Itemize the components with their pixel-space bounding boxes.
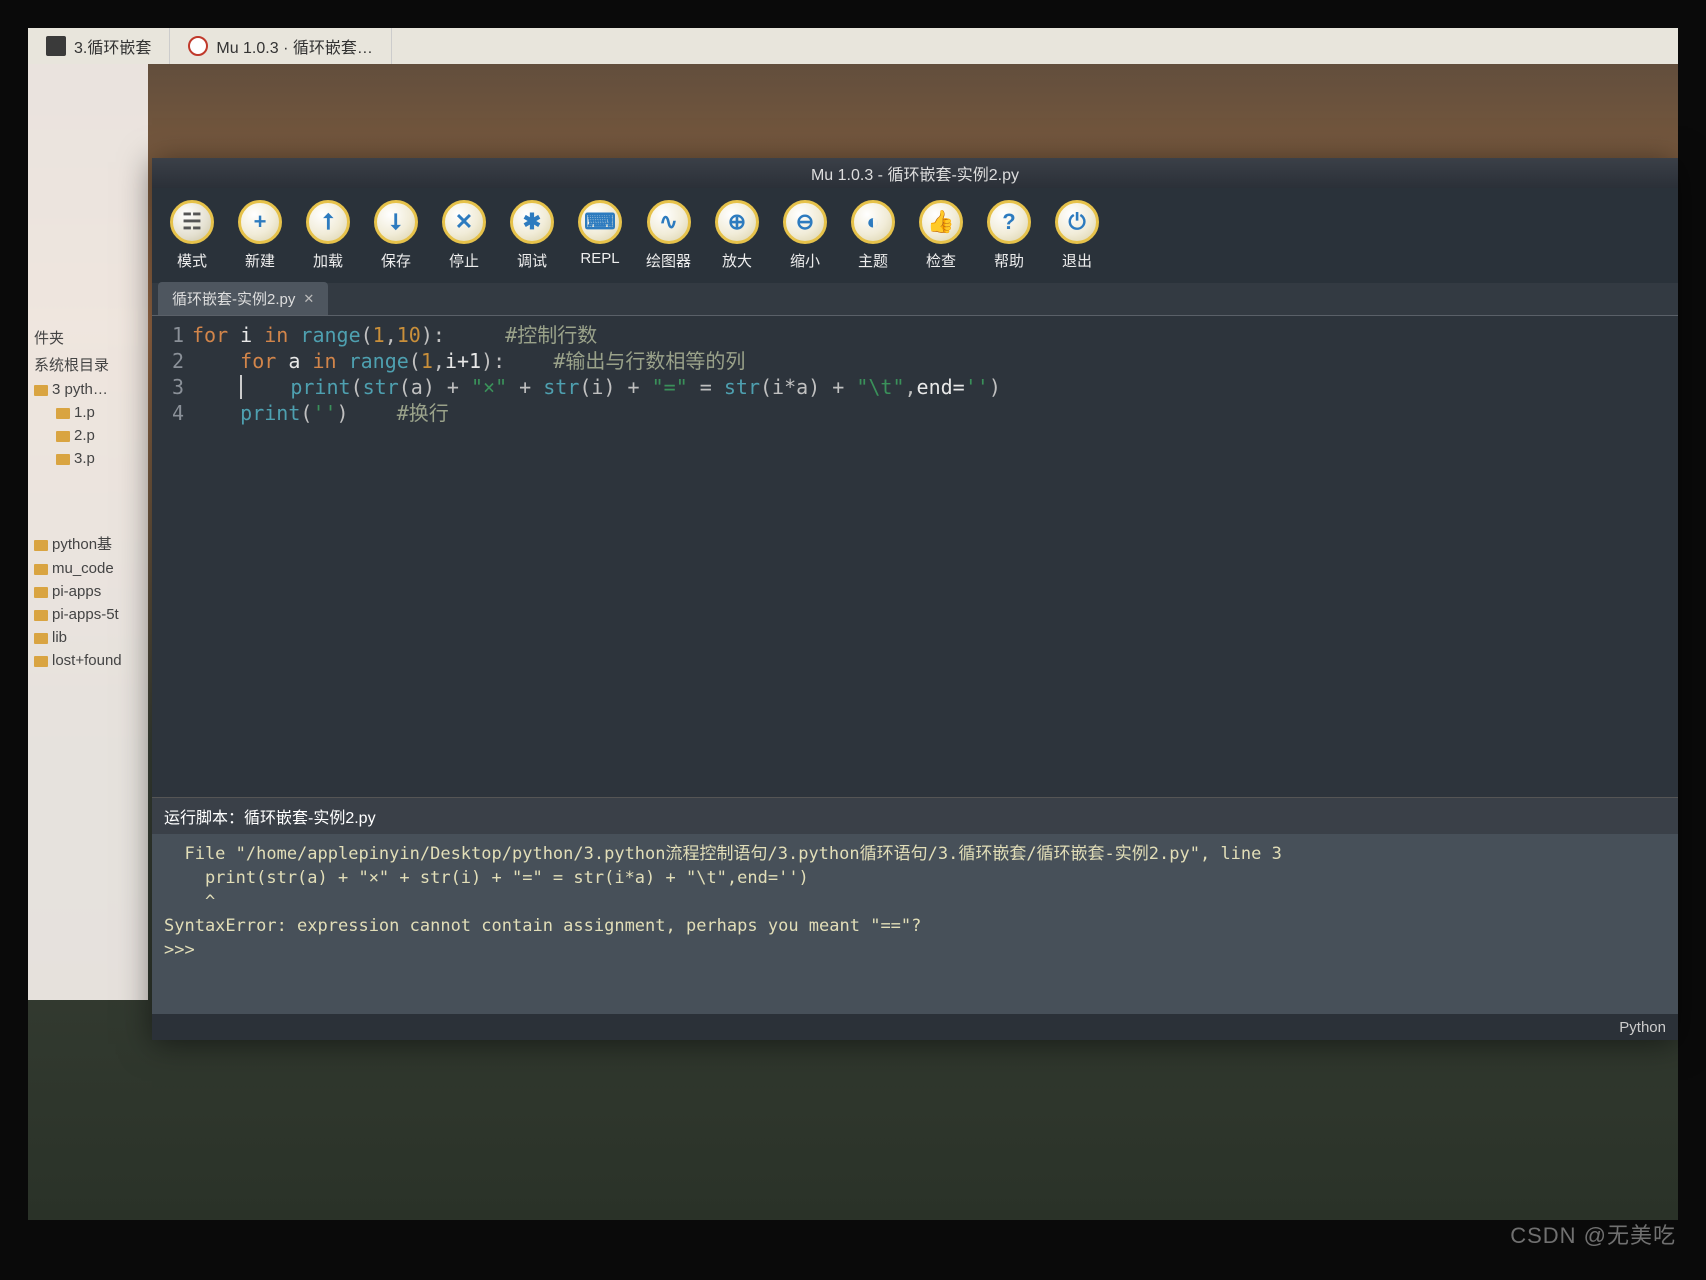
fp-label: 件夹 — [28, 324, 148, 351]
tab-file[interactable]: 循环嵌套-实例2.py ✕ — [158, 282, 328, 315]
keyboard-icon: ⌨ — [578, 200, 622, 244]
check-button[interactable]: 👍检查 — [919, 200, 963, 271]
fp-item[interactable]: 3 pyth… — [28, 378, 148, 401]
theme-icon: ◐ — [851, 200, 895, 244]
terminal-icon — [46, 36, 66, 56]
folder-icon — [56, 454, 70, 465]
upload-icon: ⭡ — [306, 200, 350, 244]
fp-item[interactable]: 1.p — [28, 401, 148, 424]
debug-button[interactable]: ✱调试 — [510, 200, 554, 271]
window-title: Mu 1.0.3 - 循环嵌套-实例2.py — [152, 158, 1678, 188]
fp-item[interactable]: lib — [28, 626, 148, 649]
file-manager-panel: 件夹 系统根目录 3 pyth… 1.p 2.p 3.p python基 mu_… — [28, 64, 148, 1000]
close-icon[interactable]: ✕ — [303, 291, 314, 307]
bug-icon: ✱ — [510, 200, 554, 244]
watermark: CSDN @无美吃 — [1510, 1218, 1676, 1250]
fp-item[interactable]: mu_code — [28, 557, 148, 580]
zoom-out-icon: ⊖ — [783, 200, 827, 244]
zoom-out-button[interactable]: ⊖缩小 — [783, 200, 827, 271]
thumb-icon: 👍 — [919, 200, 963, 244]
folder-icon — [56, 431, 70, 442]
output-header: 运行脚本：循环嵌套-实例2.py — [152, 797, 1678, 834]
taskbar-item[interactable]: Mu 1.0.3 · 循环嵌套… — [170, 28, 391, 64]
fp-item[interactable]: pi-apps-5t — [28, 603, 148, 626]
status-language: Python — [1619, 1019, 1666, 1036]
quit-button[interactable]: ⏻退出 — [1055, 200, 1099, 271]
power-icon: ⏻ — [1055, 200, 1099, 244]
code-area[interactable]: for i in range(1,10): #控制行数 for a in ran… — [192, 316, 1678, 797]
repl-button[interactable]: ⌨REPL — [578, 200, 622, 271]
fp-item[interactable]: 2.p — [28, 424, 148, 447]
output-panel[interactable]: File "/home/applepinyin/Desktop/python/3… — [152, 834, 1678, 1014]
stop-button[interactable]: ✕停止 — [442, 200, 486, 271]
mu-app-icon — [188, 36, 208, 56]
toolbar: ☵模式 +新建 ⭡加载 ⭣保存 ✕停止 ✱调试 ⌨REPL ∿绘图器 ⊕放大 ⊖… — [152, 188, 1678, 283]
help-button[interactable]: ?帮助 — [987, 200, 1031, 271]
tab-label: 循环嵌套-实例2.py — [172, 288, 295, 309]
folder-icon — [34, 540, 48, 551]
taskbar-item[interactable]: 3.循环嵌套 — [28, 28, 170, 64]
fp-item[interactable]: lost+found — [28, 649, 148, 672]
mode-icon: ☵ — [170, 200, 214, 244]
new-button[interactable]: +新建 — [238, 200, 282, 271]
wave-icon: ∿ — [647, 200, 691, 244]
folder-icon — [34, 633, 48, 644]
help-icon: ? — [987, 200, 1031, 244]
mode-button[interactable]: ☵模式 — [170, 200, 214, 271]
os-taskbar: 3.循环嵌套 Mu 1.0.3 · 循环嵌套… — [28, 28, 1678, 64]
taskbar-item-label: Mu 1.0.3 · 循环嵌套… — [216, 34, 372, 58]
folder-icon — [34, 564, 48, 575]
folder-icon — [34, 610, 48, 621]
status-bar: Python — [152, 1014, 1678, 1040]
folder-icon — [34, 587, 48, 598]
folder-icon — [34, 656, 48, 667]
plotter-button[interactable]: ∿绘图器 — [646, 200, 691, 271]
folder-icon — [56, 408, 70, 419]
save-button[interactable]: ⭣保存 — [374, 200, 418, 271]
theme-button[interactable]: ◐主题 — [851, 200, 895, 271]
tab-bar: 循环嵌套-实例2.py ✕ — [152, 283, 1678, 315]
fp-item[interactable]: python基 — [28, 530, 148, 557]
zoom-in-icon: ⊕ — [715, 200, 759, 244]
fp-label: 系统根目录 — [28, 351, 148, 378]
line-gutter: 1 2 3 4 — [152, 316, 192, 797]
fp-item[interactable]: 3.p — [28, 447, 148, 470]
plus-icon: + — [238, 200, 282, 244]
mu-editor-window: Mu 1.0.3 - 循环嵌套-实例2.py ☵模式 +新建 ⭡加载 ⭣保存 ✕… — [152, 158, 1678, 1040]
code-editor[interactable]: 1 2 3 4 for i in range(1,10): #控制行数 for … — [152, 315, 1678, 797]
load-button[interactable]: ⭡加载 — [306, 200, 350, 271]
fp-item[interactable]: pi-apps — [28, 580, 148, 603]
folder-icon — [34, 385, 48, 396]
download-icon: ⭣ — [374, 200, 418, 244]
taskbar-item-label: 3.循环嵌套 — [74, 34, 151, 58]
stop-icon: ✕ — [442, 200, 486, 244]
zoom-in-button[interactable]: ⊕放大 — [715, 200, 759, 271]
